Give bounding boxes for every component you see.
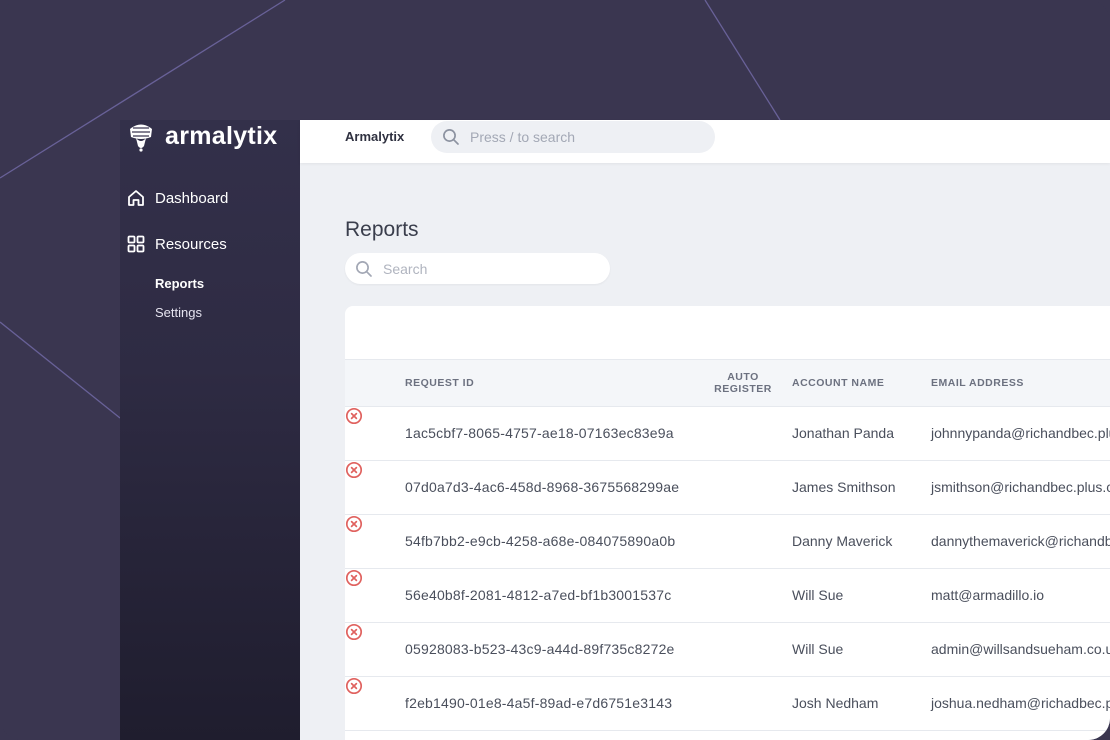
home-icon <box>128 190 144 206</box>
table-row[interactable]: f2eb1490-01e8-4a5f-89ad-e7d6751e3143 Jos… <box>345 677 1110 731</box>
account-name: Josh Nedham <box>792 695 879 711</box>
column-header-auto-register-line1: AUTO <box>727 371 759 383</box>
global-search-input[interactable] <box>470 129 690 145</box>
logo[interactable]: armalytix <box>127 120 278 152</box>
account-name: Will Sue <box>792 587 844 603</box>
account-name: Will Sue <box>792 641 844 657</box>
column-header-request-id[interactable]: REQUEST ID <box>405 377 474 389</box>
request-id[interactable]: 56e40b8f-2081-4812-a7ed-bf1b3001537c <box>405 587 671 603</box>
screenshot-frame: armalytix Dashboard Resources Reports Se… <box>0 0 1110 740</box>
reports-search[interactable] <box>345 253 610 284</box>
app-window: armalytix Dashboard Resources Reports Se… <box>120 120 1110 740</box>
request-id[interactable]: f2eb1490-01e8-4a5f-89ad-e7d6751e3143 <box>405 695 672 711</box>
email-address: johnnypanda@richandbec.plu <box>931 425 1110 441</box>
request-id[interactable]: 05928083-b523-43c9-a44d-89f735c8272e <box>405 641 675 657</box>
sidebar-item-dashboard[interactable]: Dashboard <box>126 188 228 208</box>
reports-table-card: REQUEST ID AUTO REGISTER ACCOUNT NAME EM… <box>345 306 1110 740</box>
email-address: admin@willsandsueham.co.u <box>931 641 1110 657</box>
global-search[interactable] <box>431 121 715 153</box>
main-content: Armalytix Reports <box>300 120 1110 740</box>
column-header-auto-register-line2: REGISTER <box>714 383 772 395</box>
email-address: jsmithson@richandbec.plus.c <box>931 479 1110 495</box>
sidebar-subitem-reports[interactable]: Reports <box>155 276 204 291</box>
request-id[interactable]: 54fb7bb2-e9cb-4258-a68e-084075890a0b <box>405 533 675 549</box>
table-row[interactable]: 05928083-b523-43c9-a44d-89f735c8272e Wil… <box>345 623 1110 677</box>
table-header: REQUEST ID AUTO REGISTER ACCOUNT NAME EM… <box>345 359 1110 407</box>
table-row[interactable]: 07d0a7d3-4ac6-458d-8968-3675568299ae Jam… <box>345 461 1110 515</box>
armadillo-logo-icon <box>130 124 152 152</box>
grid-icon <box>127 235 145 253</box>
table-row[interactable]: 54fb7bb2-e9cb-4258-a68e-084075890a0b Dan… <box>345 515 1110 569</box>
account-name: Danny Maverick <box>792 533 893 549</box>
sidebar <box>120 120 300 740</box>
x-circle-icon <box>345 677 363 695</box>
search-icon <box>356 260 372 277</box>
reports-search-input[interactable] <box>383 260 593 277</box>
x-circle-icon <box>345 569 363 587</box>
table-row[interactable]: 1ac5cbf7-8065-4757-ae18-07163ec83e9a Jon… <box>345 407 1110 461</box>
x-circle-icon <box>345 461 363 479</box>
page-title: Reports <box>345 218 419 241</box>
x-circle-icon <box>345 407 363 425</box>
column-header-account-name[interactable]: ACCOUNT NAME <box>792 377 884 389</box>
top-bar: Armalytix <box>300 120 1110 163</box>
sidebar-item-resources[interactable]: Resources <box>126 234 227 254</box>
email-address: dannythemaverick@richandb <box>931 533 1110 549</box>
request-id[interactable]: 1ac5cbf7-8065-4757-ae18-07163ec83e9a <box>405 425 674 441</box>
request-id[interactable]: 07d0a7d3-4ac6-458d-8968-3675568299ae <box>405 479 679 495</box>
table-row[interactable]: 56e40b8f-2081-4812-a7ed-bf1b3001537c Wil… <box>345 569 1110 623</box>
search-icon <box>443 129 459 145</box>
x-circle-icon <box>345 515 363 533</box>
sidebar-item-label: Dashboard <box>155 189 229 207</box>
sidebar-subitem-settings[interactable]: Settings <box>155 305 202 320</box>
account-name: Jonathan Panda <box>792 425 894 441</box>
email-address: joshua.nedham@richadbec.p <box>931 695 1110 711</box>
sidebar-item-label: Resources <box>155 235 227 253</box>
email-address: matt@armadillo.io <box>931 587 1045 603</box>
account-name: James Smithson <box>792 479 896 495</box>
x-circle-icon <box>345 623 363 641</box>
column-header-auto-register[interactable]: AUTO REGISTER <box>703 371 783 395</box>
brand-name: Armalytix <box>345 129 405 144</box>
logo-text: armalytix <box>165 121 278 150</box>
column-header-email-address[interactable]: EMAIL ADDRESS <box>931 377 1024 389</box>
